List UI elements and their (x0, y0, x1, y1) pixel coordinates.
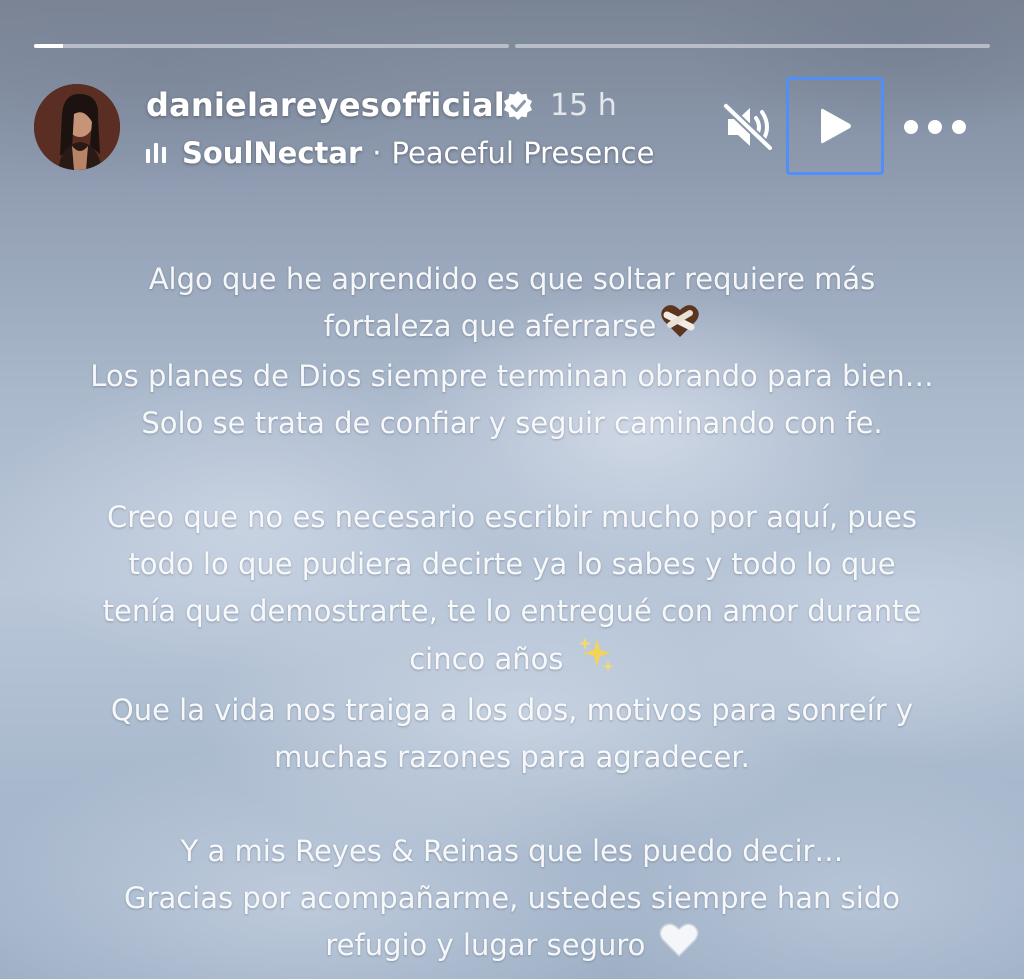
post-time: 15 h (550, 88, 617, 123)
brown-heart-bandaged-icon (660, 303, 700, 353)
caption-line: Gracias por acompañarme, ustedes siempre… (124, 881, 900, 915)
play-button[interactable] (786, 77, 884, 175)
avatar[interactable] (34, 84, 120, 170)
mute-button[interactable] (722, 102, 776, 152)
caption-line: tenía que demostrarte, te lo entregué co… (102, 594, 922, 628)
caption-line-text: fortaleza que aferrarse (323, 309, 657, 343)
more-dot (904, 120, 918, 134)
music-attribution[interactable]: SoulNectar · Peaceful Presence (146, 136, 654, 170)
verified-badge-icon (502, 90, 534, 122)
story-progress-bar (34, 44, 990, 49)
caption-line: fortaleza que aferrarse (20, 303, 1004, 353)
caption-line: Algo que he aprendido es que soltar requ… (148, 262, 876, 296)
story-header: danielareyesofficial 15 h SoulNectar · P… (34, 77, 990, 175)
caption-line-text: refugio y lugar seguro (325, 928, 646, 962)
caption-line: Solo se trata de confiar y seguir camina… (141, 406, 883, 440)
caption-line: Que la vida nos traiga a los dos, motivo… (110, 693, 914, 727)
caption-line-text: cinco años (409, 642, 564, 676)
progress-segment-2 (515, 44, 990, 48)
more-dot (952, 120, 966, 134)
caption-line: todo lo que pudiera decirte ya lo sabes … (128, 547, 896, 581)
caption-line: Los planes de Dios siempre terminan obra… (90, 359, 934, 393)
music-separator: · (372, 136, 382, 170)
play-icon (821, 108, 851, 144)
white-heart-icon (659, 922, 699, 972)
more-dot (928, 120, 942, 134)
story-caption: Algo que he aprendido es que soltar requ… (20, 256, 1004, 972)
music-song: Peaceful Presence (391, 136, 655, 170)
caption-line: refugio y lugar seguro (20, 922, 1004, 972)
caption-line: Y a mis Reyes & Reinas que les puedo dec… (180, 834, 844, 868)
sparkles-icon (577, 635, 615, 687)
story-viewer: danielareyesofficial 15 h SoulNectar · P… (0, 0, 1024, 979)
more-options-button[interactable] (904, 108, 966, 146)
progress-fill (34, 44, 63, 48)
caption-line: muchas razones para agradecer. (274, 740, 750, 774)
caption-line: cinco años (20, 635, 1004, 687)
username[interactable]: danielareyesofficial (146, 86, 505, 124)
caption-gap (20, 781, 1004, 828)
music-artist: SoulNectar (182, 136, 363, 170)
speaker-muted-icon (722, 102, 774, 152)
caption-gap (20, 447, 1004, 494)
music-bars-icon (146, 143, 166, 163)
caption-line: Creo que no es necesario escribir mucho … (106, 500, 917, 534)
progress-segment-1 (34, 44, 509, 48)
